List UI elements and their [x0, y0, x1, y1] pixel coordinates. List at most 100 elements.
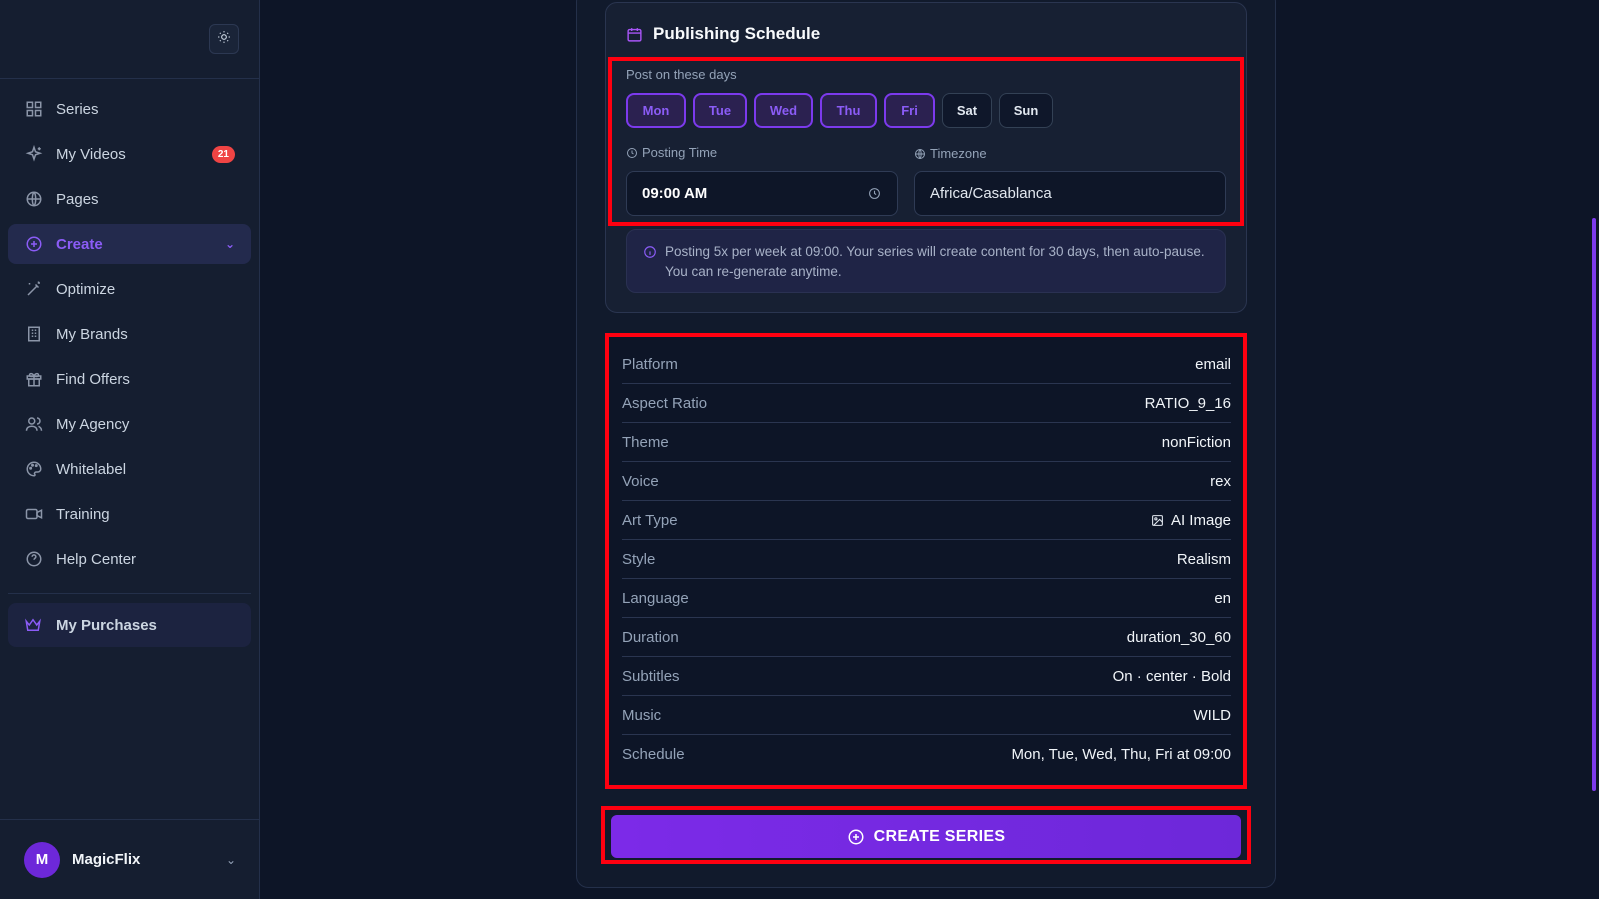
field-label-text: Timezone [930, 146, 987, 161]
row-key: Subtitles [622, 667, 680, 685]
publishing-schedule-title: Publishing Schedule [626, 24, 820, 44]
plus-circle-icon [24, 234, 44, 254]
row-value: Realism [1176, 550, 1231, 568]
summary-row-voice: Voice rex [622, 462, 1231, 501]
create-series-label: CREATE SERIES [873, 827, 1006, 845]
sidebar-item-series[interactable]: Series [8, 89, 251, 129]
posting-time-input[interactable]: 09:00 AM [626, 171, 898, 216]
sidebar-nav: Series My Videos 21 Pages Create ⌄ Optim… [8, 89, 251, 584]
schedule-info-note: Posting 5x per week at 09:00. Your serie… [626, 229, 1226, 293]
timezone-select[interactable]: Africa/Casablanca [914, 171, 1226, 216]
row-value: WILD [1193, 706, 1232, 724]
sidebar-item-my-agency[interactable]: My Agency [8, 404, 251, 444]
user-menu[interactable]: M MagicFlix ⌄ [0, 820, 260, 899]
row-key: Art Type [622, 511, 678, 529]
row-key: Duration [622, 628, 679, 646]
sidebar-item-label: My Videos [56, 145, 126, 163]
sidebar-item-label: Optimize [56, 280, 116, 298]
sidebar-item-label: My Brands [56, 325, 128, 343]
row-value: RATIO_9_16 [1144, 394, 1231, 412]
day-toggle-wed[interactable]: Wed [754, 93, 813, 128]
sidebar-item-find-offers[interactable]: Find Offers [8, 359, 251, 399]
clock-icon[interactable] [868, 187, 881, 200]
sidebar-item-my-brands[interactable]: My Brands [8, 314, 251, 354]
sidebar-item-label: Find Offers [56, 370, 130, 388]
row-value: AI Image [1170, 511, 1231, 529]
sidebar-item-label: Pages [56, 190, 99, 208]
summary-row-platform: Platform email [622, 345, 1231, 384]
summary-row-music: Music WILD [622, 696, 1231, 735]
row-value: en [1214, 589, 1231, 607]
day-toggle-fri[interactable]: Fri [884, 93, 935, 128]
theme-toggle-button[interactable] [209, 24, 239, 54]
posting-time-label: Posting Time [626, 145, 717, 160]
palette-icon [24, 459, 44, 479]
info-text: Posting 5x per week at 09:00. Your serie… [665, 244, 1205, 279]
chevron-down-icon: ⌄ [225, 852, 236, 867]
sidebar-item-my-videos[interactable]: My Videos 21 [8, 134, 251, 174]
image-icon [1151, 513, 1165, 527]
day-toggle-sun[interactable]: Sun [999, 93, 1053, 128]
crown-icon [24, 615, 44, 635]
row-value: rex [1210, 472, 1231, 490]
sidebar-item-help-center[interactable]: Help Center [8, 539, 251, 579]
row-value: Mon, Tue, Wed, Thu, Fri at 09:00 [1011, 746, 1231, 763]
sidebar-item-label: My Agency [56, 415, 130, 433]
gift-icon [24, 369, 44, 389]
day-toggle-tue[interactable]: Tue [693, 93, 747, 128]
clock-icon [626, 147, 638, 159]
sidebar-item-pages[interactable]: Pages [8, 179, 251, 219]
globe-icon [914, 148, 926, 160]
info-icon [643, 245, 657, 259]
wand-icon [24, 279, 44, 299]
summary-row-theme: Theme nonFiction [622, 423, 1231, 462]
summary-row-duration: Duration duration_30_60 [622, 618, 1231, 657]
summary-rows: Platform email Aspect Ratio RATIO_9_16 The… [622, 345, 1231, 774]
row-key: Theme [622, 433, 669, 451]
sidebar: Series My Videos 21 Pages Create ⌄ Optim… [0, 0, 260, 899]
posting-time-value: 09:00 AM [642, 185, 708, 202]
plus-circle-icon [847, 828, 865, 846]
summary-row-language: Language en [622, 579, 1231, 618]
row-key: Music [622, 706, 662, 724]
sidebar-item-create[interactable]: Create ⌄ [8, 224, 251, 264]
sidebar-item-label: My Purchases [56, 616, 157, 634]
summary-row-aspect-ratio: Aspect Ratio RATIO_9_16 [622, 384, 1231, 423]
field-label-text: Posting Time [642, 145, 718, 160]
day-toggle-sat[interactable]: Sat [942, 93, 992, 128]
day-toggle-thu[interactable]: Thu [820, 93, 877, 128]
sun-icon [217, 30, 231, 49]
sidebar-item-label: Training [56, 505, 110, 523]
sidebar-divider-middle [8, 593, 251, 594]
row-key: Schedule [622, 746, 685, 763]
row-key: Language [622, 589, 689, 607]
sidebar-item-label: Whitelabel [56, 460, 127, 478]
summary-row-schedule: Schedule Mon, Tue, Wed, Thu, Fri at 09:00 [622, 735, 1231, 774]
page-scrollbar[interactable] [1592, 218, 1596, 791]
create-series-button[interactable]: CREATE SERIES [611, 815, 1241, 858]
summary-row-style: Style Realism [622, 540, 1231, 579]
sidebar-divider-top [0, 78, 260, 79]
video-count-badge: 21 [211, 145, 235, 163]
grid-icon [24, 99, 44, 119]
row-value: nonFiction [1161, 433, 1231, 451]
sidebar-item-training[interactable]: Training [8, 494, 251, 534]
row-value: email [1195, 355, 1231, 373]
sparkles-icon [24, 144, 44, 164]
help-circle-icon [24, 549, 44, 569]
timezone-value: Africa/Casablanca [930, 185, 1052, 202]
globe-icon [24, 189, 44, 209]
chevron-down-icon: ⌄ [224, 237, 235, 251]
sidebar-item-whitelabel[interactable]: Whitelabel [8, 449, 251, 489]
sidebar-item-optimize[interactable]: Optimize [8, 269, 251, 309]
row-key: Platform [622, 355, 678, 373]
day-toggle-mon[interactable]: Mon [626, 93, 686, 128]
summary-row-subtitles: Subtitles On · center · Bold [622, 657, 1231, 696]
day-selector: Mon Tue Wed Thu Fri Sat Sun [626, 93, 1053, 128]
building-icon [24, 324, 44, 344]
sidebar-item-my-purchases[interactable]: My Purchases [8, 603, 251, 647]
calendar-icon [626, 25, 644, 43]
row-key: Voice [622, 472, 659, 490]
timezone-label: Timezone [914, 146, 987, 161]
sidebar-item-label: Create [56, 235, 103, 253]
